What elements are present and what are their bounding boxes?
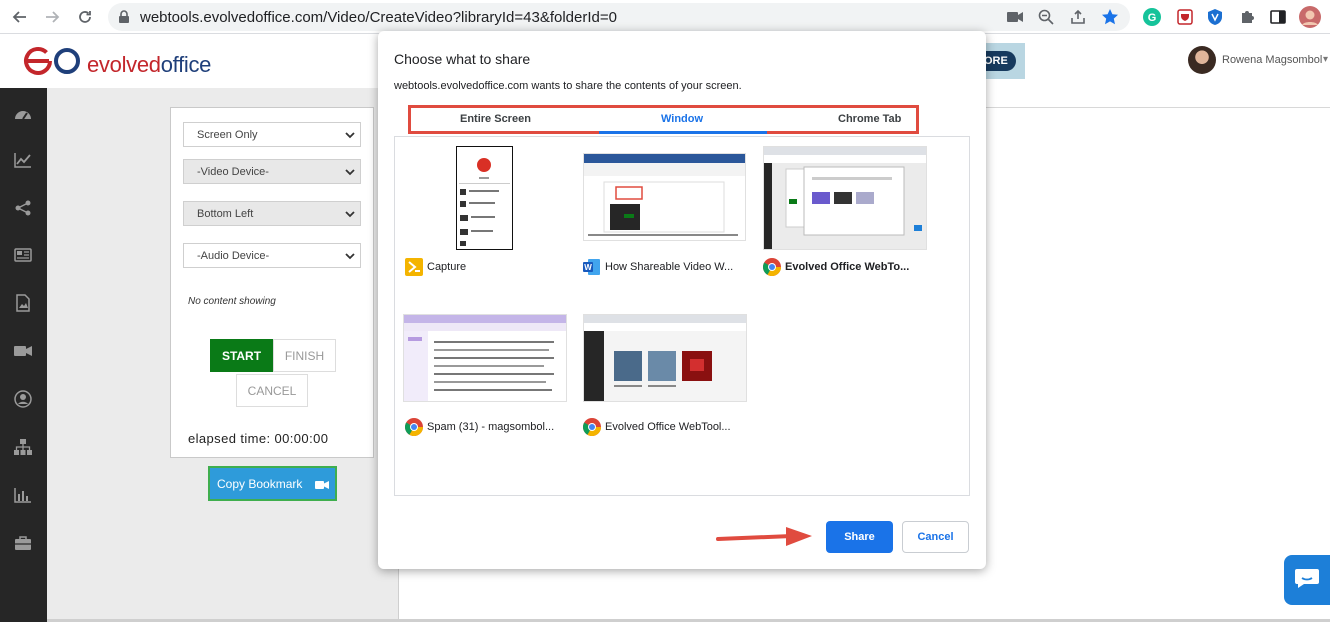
chevron-down-icon	[345, 130, 355, 142]
user-name[interactable]: Rowena Magsombol	[1222, 54, 1322, 66]
dialog-subtitle: webtools.evolvedoffice.com wants to shar…	[394, 80, 742, 92]
elapsed-time: elapsed time: 00:00:00	[188, 431, 329, 446]
window-thumbnail-evolved-office-1[interactable]	[763, 146, 927, 250]
zoom-icon[interactable]	[1037, 8, 1055, 26]
video-camera-icon	[315, 479, 329, 493]
video-camera-icon[interactable]	[14, 342, 32, 360]
chat-bubble-icon	[1294, 567, 1320, 594]
window-item-capture[interactable]: Capture	[405, 258, 466, 276]
address-bar[interactable]: webtools.evolvedoffice.com/Video/CreateV…	[108, 3, 1130, 31]
sitemap-icon[interactable]	[14, 438, 32, 456]
profile-avatar-icon[interactable]	[1299, 6, 1321, 28]
url-text: webtools.evolvedoffice.com/Video/CreateV…	[140, 9, 617, 26]
video-device-value: -Video Device-	[197, 166, 269, 178]
audio-device-value: -Audio Device-	[197, 250, 270, 262]
evolvedoffice-logo-icon[interactable]	[22, 46, 82, 81]
analytics-icon[interactable]	[14, 151, 32, 169]
recorder-cancel-button[interactable]: CANCEL	[236, 374, 308, 407]
window-label: Capture	[427, 261, 467, 273]
arrow-annotation-icon	[714, 525, 814, 554]
word-icon: W	[583, 258, 601, 276]
finish-button[interactable]: FINISH	[273, 339, 336, 372]
window-item-evolved-office-2[interactable]: Evolved Office WebTool...	[583, 418, 731, 436]
window-item-word[interactable]: W How Shareable Video W...	[583, 258, 733, 276]
position-select-value: Bottom Left	[197, 208, 254, 220]
bar-chart-icon[interactable]	[14, 486, 32, 504]
news-icon[interactable]	[14, 246, 32, 264]
share-screen-dialog: Choose what to share webtools.evolvedoff…	[378, 31, 986, 569]
dialog-cancel-button[interactable]: Cancel	[902, 521, 969, 553]
app-root: webtools.evolvedoffice.com/Video/CreateV…	[0, 0, 1330, 622]
chrome-icon	[583, 418, 601, 436]
svg-text:G: G	[1148, 12, 1157, 24]
extensions-puzzle-icon[interactable]	[1236, 6, 1258, 28]
chat-widget-button[interactable]	[1284, 555, 1330, 605]
browser-toolbar: webtools.evolvedoffice.com/Video/CreateV…	[0, 0, 1330, 34]
back-icon[interactable]	[8, 5, 32, 29]
chevron-down-icon	[345, 209, 355, 221]
start-button[interactable]: START	[210, 339, 273, 372]
copy-bookmark-button[interactable]: Copy Bookmark	[208, 466, 337, 501]
chevron-down-icon[interactable]: ▾	[1323, 54, 1328, 65]
dialog-title: Choose what to share	[394, 51, 531, 67]
user-avatar[interactable]	[1188, 46, 1216, 74]
tab-chrome-tab[interactable]: Chrome Tab	[838, 113, 901, 125]
active-tab-indicator	[599, 131, 767, 134]
capture-app-icon	[405, 258, 423, 276]
grammarly-icon[interactable]: G	[1141, 6, 1163, 28]
screen-select[interactable]: Screen Only	[183, 122, 361, 147]
window-thumbnail-gmail[interactable]	[403, 314, 567, 402]
screen-select-value: Screen Only	[197, 129, 258, 141]
window-label: Spam (31) - magsombol...	[427, 421, 555, 433]
chrome-icon	[405, 418, 423, 436]
window-item-gmail[interactable]: Spam (31) - magsombol...	[405, 418, 554, 436]
lock-icon	[118, 10, 130, 29]
logo-text-office: office	[160, 52, 212, 77]
dashboard-icon[interactable]	[14, 105, 32, 123]
svg-text:W: W	[584, 263, 592, 272]
window-list: Capture W How Shareable Video W... Evolv…	[394, 136, 970, 496]
share-tabs: Entire Screen Window Chrome Tab	[408, 105, 919, 134]
video-device-select[interactable]: -Video Device-	[183, 159, 361, 184]
reload-icon[interactable]	[73, 5, 97, 29]
image-file-icon[interactable]	[14, 294, 32, 312]
chevron-down-icon	[345, 251, 355, 263]
window-item-evolved-office-1[interactable]: Evolved Office WebTo...	[763, 258, 909, 276]
window-label: How Shareable Video W...	[605, 261, 734, 273]
vpn-shield-icon[interactable]	[1204, 6, 1226, 28]
no-content-text: No content showing	[188, 296, 276, 307]
chrome-icon	[763, 258, 781, 276]
share-page-icon[interactable]	[1069, 8, 1087, 26]
share-icon[interactable]	[14, 199, 32, 217]
window-thumbnail-evolved-office-2[interactable]	[583, 314, 747, 402]
copy-bookmark-label: Copy Bookmark	[217, 476, 303, 491]
window-thumbnail-word[interactable]	[583, 153, 746, 241]
share-button[interactable]: Share	[826, 521, 893, 553]
window-thumbnail-capture[interactable]	[456, 146, 513, 250]
position-select[interactable]: Bottom Left	[183, 201, 361, 226]
tab-entire-screen[interactable]: Entire Screen	[460, 113, 531, 125]
user-circle-icon[interactable]	[14, 390, 32, 408]
window-label: Evolved Office WebTo...	[785, 261, 910, 273]
chevron-down-icon	[345, 167, 355, 179]
extension-shield-icon[interactable]	[1174, 6, 1196, 28]
briefcase-icon[interactable]	[14, 534, 32, 552]
camera-icon[interactable]	[1006, 8, 1024, 26]
recorder-panel: Screen Only -Video Device- Bottom Left -…	[170, 107, 374, 458]
tab-window[interactable]: Window	[661, 113, 703, 125]
forward-icon[interactable]	[40, 5, 64, 29]
audio-device-select[interactable]: -Audio Device-	[183, 243, 361, 268]
sidebar	[0, 88, 47, 622]
bookmark-star-icon[interactable]	[1101, 8, 1119, 26]
logo-text: evolvedoffice	[87, 52, 211, 78]
logo-text-evolved: evolved	[87, 52, 161, 77]
side-panel-icon[interactable]	[1267, 6, 1289, 28]
window-label: Evolved Office WebTool...	[605, 421, 731, 433]
